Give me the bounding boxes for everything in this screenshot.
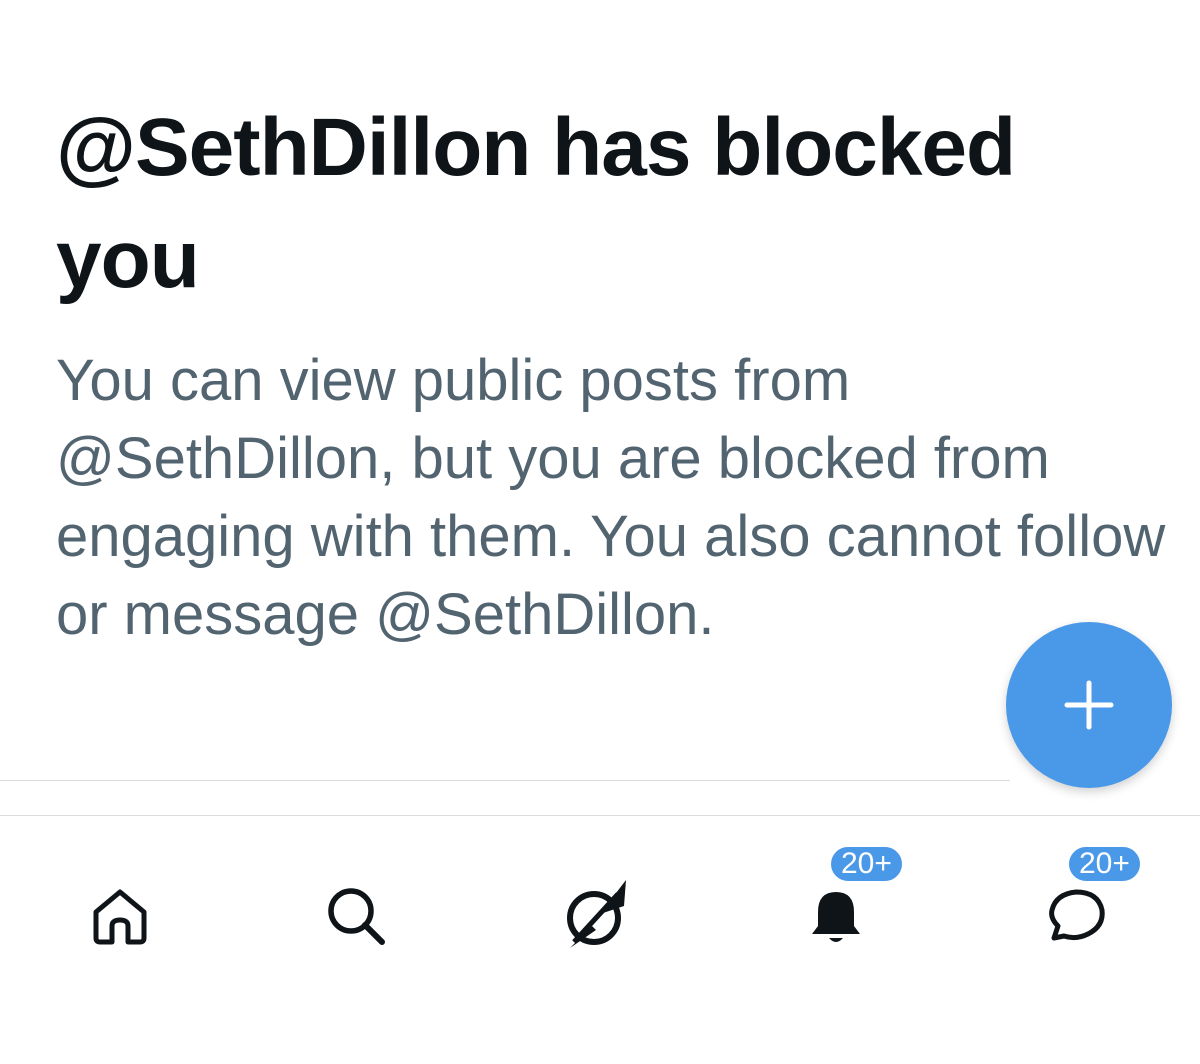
- grok-icon: [567, 880, 626, 948]
- notifications-badge: 20+: [828, 844, 905, 884]
- content-divider: [0, 780, 1010, 781]
- plus-icon: [1064, 680, 1114, 730]
- search-icon: [328, 888, 385, 945]
- tab-search[interactable]: [296, 856, 416, 976]
- block-description: You can view public posts from @SethDill…: [56, 348, 1166, 647]
- message-icon: [1049, 889, 1105, 941]
- block-notice: @SethDillon has blocked you You can view…: [56, 92, 1166, 654]
- home-icon: [93, 889, 147, 945]
- messages-badge: 20+: [1066, 844, 1143, 884]
- tab-bar: 20+ 20+: [0, 816, 1200, 1064]
- tab-home[interactable]: [60, 856, 180, 976]
- tab-grok[interactable]: [536, 856, 656, 976]
- compose-button[interactable]: [1006, 622, 1172, 788]
- bell-icon: [812, 892, 860, 942]
- page-title: @SethDillon has blocked you: [56, 102, 1016, 305]
